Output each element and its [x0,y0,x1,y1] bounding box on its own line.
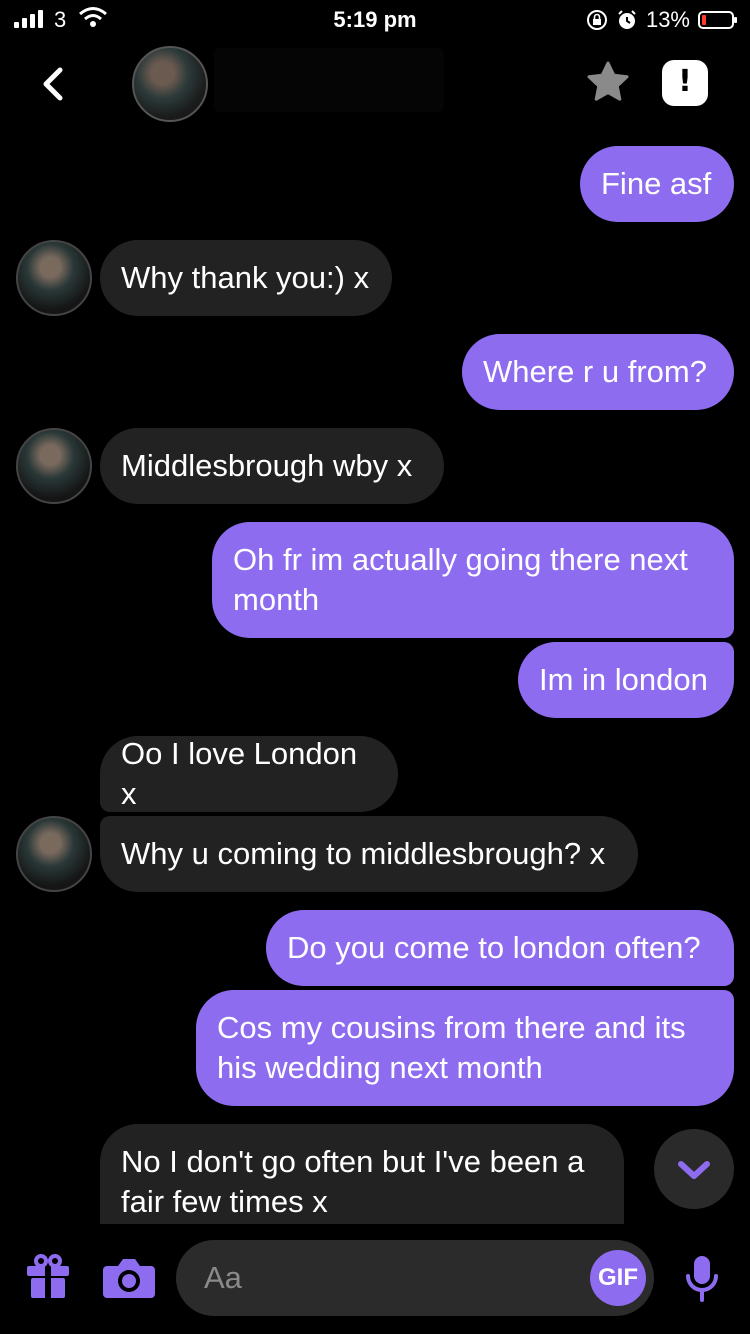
chevron-down-icon [678,1161,710,1179]
message-text: Im in london [539,662,708,697]
composer-bar: GIF [0,1224,750,1334]
message-text: Why u coming to middlesbrough? x [121,836,606,871]
message-outgoing[interactable]: Im in london [518,642,734,718]
message-text: Middlesbrough wby x [121,448,413,483]
message-text: Oh fr im actually going there next month [233,542,688,617]
battery-percent: 13% [645,7,690,32]
microphone-icon[interactable] [684,1254,720,1304]
contact-avatar[interactable] [132,46,208,122]
message-text: Where r u from? [483,354,707,389]
gif-button[interactable]: GIF [590,1250,646,1306]
message-outgoing[interactable]: Oh fr im actually going there next month [212,522,734,638]
orientation-lock-icon [586,10,607,30]
message-text: Why thank you:) x [121,260,370,295]
message-outgoing[interactable]: Do you come to london often? [266,910,734,986]
battery-icon [698,11,737,29]
report-glyph: ! [678,64,692,99]
sender-avatar[interactable] [16,428,92,504]
message-incoming[interactable]: Oo I love London x [100,736,398,812]
chat-header: ! [0,40,750,130]
message-text: Oo I love London x [121,736,358,811]
sender-avatar[interactable] [16,240,92,316]
message-text: No I don't go often but I've been a fair… [121,1144,585,1219]
message-incoming[interactable]: Why u coming to middlesbrough? x [100,816,638,892]
report-icon[interactable]: ! [662,60,708,106]
message-outgoing[interactable]: Fine asf [580,146,734,222]
status-bar: 3 5:19 pm 13% [0,0,750,40]
contact-name-redacted[interactable] [214,48,444,112]
message-incoming[interactable]: Why thank you:) x [100,240,392,316]
message-text: Cos my cousins from there and its his we… [217,1010,686,1085]
sender-avatar[interactable] [16,816,92,892]
message-incoming[interactable]: No I don't go often but I've been a fair… [100,1124,624,1224]
scroll-to-bottom-button[interactable] [654,1129,734,1209]
message-input[interactable] [176,1240,654,1316]
alarm-icon [618,10,636,29]
back-icon[interactable] [34,64,74,104]
message-incoming[interactable]: Middlesbrough wby x [100,428,444,504]
message-text: Fine asf [601,166,712,201]
star-icon[interactable] [584,58,632,106]
message-outgoing[interactable]: Where r u from? [462,334,734,410]
message-text: Do you come to london often? [287,930,701,965]
message-outgoing[interactable]: Cos my cousins from there and its his we… [196,990,734,1106]
camera-icon[interactable] [102,1254,156,1300]
gift-icon[interactable] [24,1252,72,1300]
